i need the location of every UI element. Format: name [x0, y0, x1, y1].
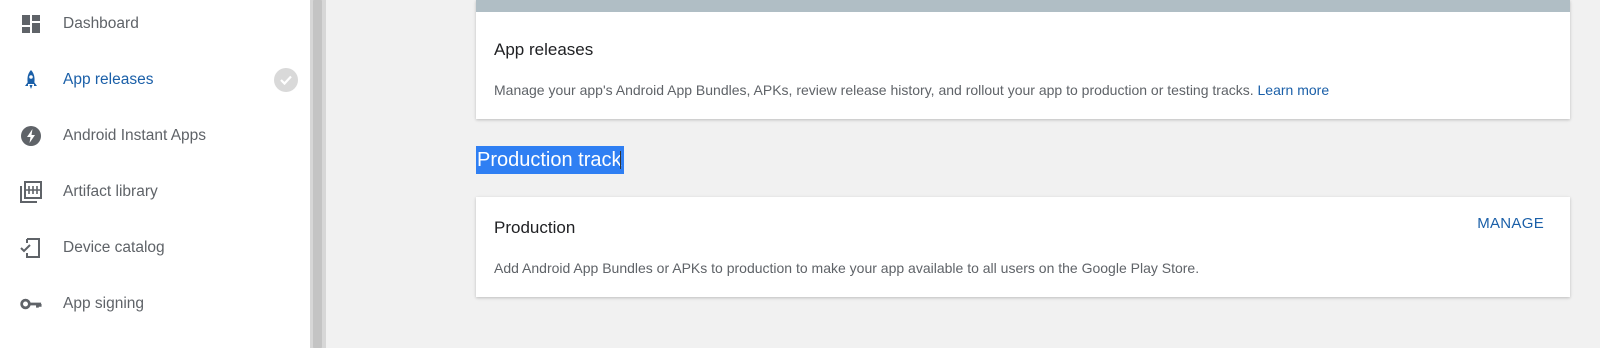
text-cursor-icon — [620, 151, 630, 169]
sidebar-item-app-releases[interactable]: App releases — [0, 52, 310, 108]
sidebar-item-app-signing[interactable]: App signing — [0, 276, 310, 332]
sidebar-item-label: Dashboard — [63, 15, 139, 32]
sidebar-item-artifact-library[interactable]: Artifact library — [0, 164, 310, 220]
card-title: Production — [494, 218, 576, 237]
card-header-bar — [476, 0, 1570, 12]
key-icon — [20, 293, 42, 315]
production-card: Production MANAGE Add Android App Bundle… — [476, 197, 1570, 297]
sidebar-item-android-instant-apps[interactable]: Android Instant Apps — [0, 108, 310, 164]
section-title-production-track: Production track — [476, 146, 624, 174]
sidebar-item-label: Android Instant Apps — [63, 127, 207, 144]
sidebar-item-label: Device catalog — [63, 239, 165, 256]
manage-button[interactable]: MANAGE — [1477, 215, 1544, 232]
card-title: App releases — [494, 40, 594, 59]
sidebar-item-label: Artifact library — [63, 183, 158, 200]
sidebar-item-dashboard[interactable]: Dashboard — [0, 0, 310, 52]
completed-check-icon — [274, 68, 298, 92]
card-description: Add Android App Bundles or APKs to produ… — [494, 260, 1200, 276]
learn-more-link[interactable]: Learn more — [1258, 82, 1330, 98]
sidebar: Dashboard App releases Android Instant A… — [0, 0, 310, 348]
sidebar-scrollbar[interactable] — [310, 0, 326, 348]
sidebar-item-label: App releases — [63, 71, 154, 88]
card-description-text: Manage your app's Android App Bundles, A… — [494, 82, 1254, 98]
instant-apps-bolt-icon — [20, 125, 42, 147]
rocket-icon — [20, 69, 42, 91]
app-releases-card: App releases Manage your app's Android A… — [476, 0, 1570, 119]
dashboard-icon — [20, 13, 42, 35]
device-catalog-icon — [20, 237, 42, 259]
sidebar-item-device-catalog[interactable]: Device catalog — [0, 220, 310, 276]
card-description: Manage your app's Android App Bundles, A… — [494, 82, 1329, 98]
artifact-library-icon — [20, 181, 42, 203]
sidebar-item-label: App signing — [63, 295, 145, 312]
